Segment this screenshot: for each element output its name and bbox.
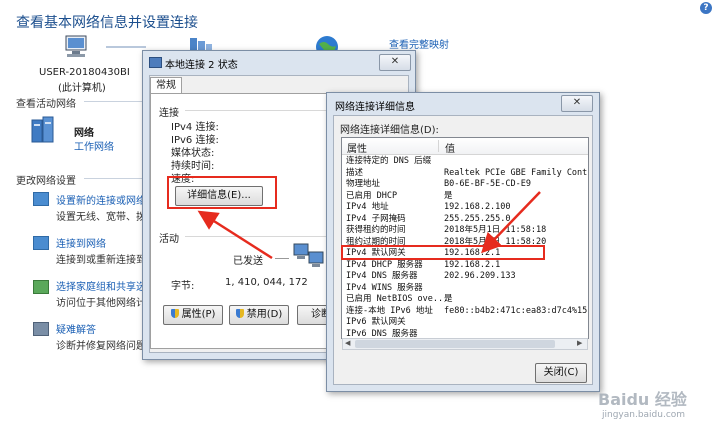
arrow-to-details-button <box>197 210 273 260</box>
baidu-watermark: Baidu 经验 <box>598 390 687 409</box>
arrow-to-gateway <box>481 191 541 254</box>
baidu-watermark-url: jingyan.baidu.com <box>602 410 686 420</box>
annotation-arrows <box>197 191 541 260</box>
